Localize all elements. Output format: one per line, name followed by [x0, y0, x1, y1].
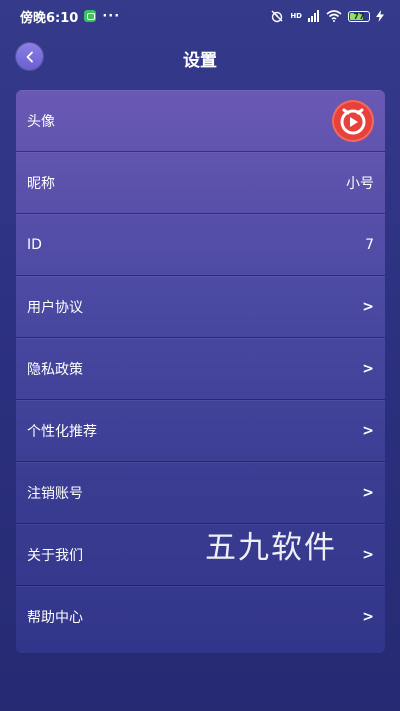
status-time: 傍晚6:10 — [20, 10, 79, 26]
privacy-policy-label: 隐私政策 — [27, 361, 83, 378]
nickname-label: 昵称 — [27, 175, 55, 192]
more-notifications-icon: ··· — [102, 8, 121, 24]
setting-row-personalized-recommendation[interactable]: 个性化推荐 > — [16, 400, 385, 462]
help-center-label: 帮助中心 — [27, 610, 83, 626]
chevron-right-icon: > — [362, 422, 374, 439]
watermark-text: 五九软件 — [205, 530, 337, 566]
app-logo-icon — [340, 108, 366, 134]
status-right: HD 77 — [270, 9, 384, 23]
network-type-label: HD — [290, 11, 302, 20]
avatar[interactable] — [332, 99, 374, 142]
chevron-right-icon: > — [362, 484, 374, 501]
nav-bar: 设置 — [0, 38, 400, 76]
setting-row-cancel-account[interactable]: 注销账号 > — [16, 462, 385, 524]
chevron-right-icon: > — [362, 298, 374, 315]
charging-icon — [376, 10, 384, 22]
alarm-icon — [271, 10, 283, 23]
setting-row-id: ID 7 — [16, 214, 385, 276]
signal-icon — [308, 10, 319, 22]
wechat-notification-icon — [84, 10, 97, 22]
settings-card: 头像 昵称 小号 ID 7 用户协议 > 隐私政策 > 个性化推荐 > 注销账号… — [16, 90, 385, 653]
nickname-value: 小号 — [346, 175, 374, 192]
about-us-label: 关于我们 — [27, 547, 83, 564]
setting-row-help-center[interactable]: 帮助中心 > — [16, 586, 385, 648]
id-value: 7 — [365, 236, 374, 253]
personalized-recommendation-label: 个性化推荐 — [27, 423, 97, 440]
id-label: ID — [27, 236, 42, 253]
setting-row-nickname[interactable]: 昵称 小号 — [16, 152, 385, 214]
battery-level: 77 — [353, 11, 365, 21]
avatar-label: 头像 — [27, 113, 55, 130]
user-agreement-label: 用户协议 — [27, 299, 83, 316]
setting-row-user-agreement[interactable]: 用户协议 > — [16, 276, 385, 338]
chevron-right-icon: > — [362, 609, 374, 625]
status-left: 傍晚6:10 ··· — [20, 7, 120, 26]
wifi-icon — [326, 10, 342, 22]
chevron-right-icon: > — [362, 360, 374, 377]
chevron-right-icon: > — [362, 546, 374, 563]
status-bar: 傍晚6:10 ··· HD 77 — [0, 0, 400, 32]
setting-row-avatar[interactable]: 头像 — [16, 90, 385, 152]
battery-icon: 77 — [348, 10, 370, 22]
setting-row-privacy-policy[interactable]: 隐私政策 > — [16, 338, 385, 400]
cancel-account-label: 注销账号 — [27, 485, 83, 502]
page-title: 设置 — [183, 51, 217, 71]
